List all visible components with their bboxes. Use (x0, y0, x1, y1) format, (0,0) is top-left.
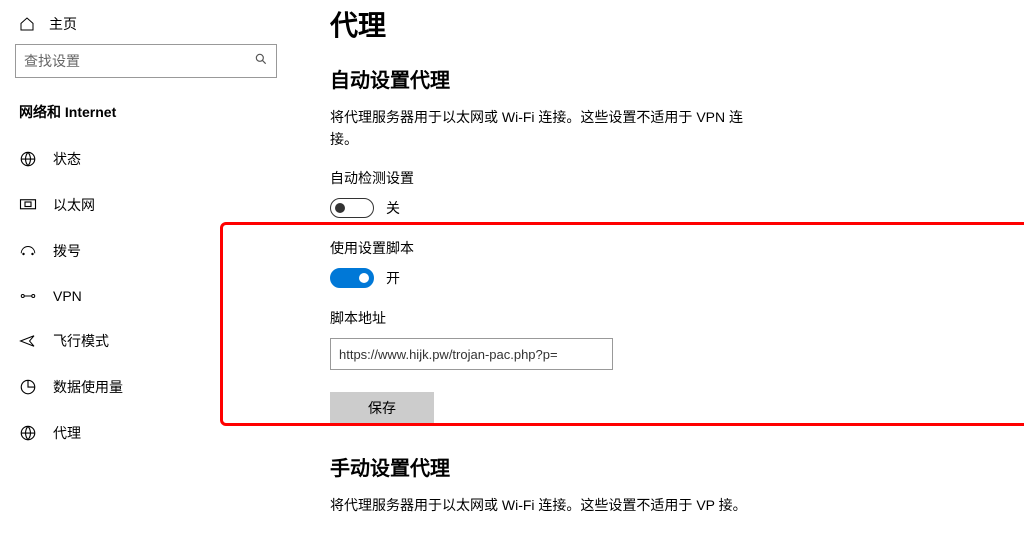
sidebar-item-label: 状态 (53, 149, 81, 169)
data-usage-icon (19, 378, 37, 396)
auto-detect-state: 关 (386, 198, 400, 218)
status-icon (19, 150, 37, 168)
sidebar-item-label: 数据使用量 (53, 377, 123, 397)
search-input[interactable] (24, 53, 254, 69)
auto-proxy-description: 将代理服务器用于以太网或 Wi-Fi 连接。这些设置不适用于 VPN 连接。 (330, 107, 750, 150)
sidebar-item-ethernet[interactable]: 以太网 (15, 182, 275, 228)
proxy-icon (19, 424, 37, 442)
sidebar-item-label: 拨号 (53, 241, 81, 261)
script-address-label: 脚本地址 (330, 308, 984, 328)
save-button[interactable]: 保存 (330, 392, 434, 424)
sidebar-item-airplane[interactable]: 飞行模式 (15, 318, 275, 364)
sidebar-item-dialup[interactable]: 拨号 (15, 228, 275, 274)
dialup-icon (19, 242, 37, 260)
use-script-state: 开 (386, 268, 400, 288)
use-script-label: 使用设置脚本 (330, 238, 984, 258)
search-icon (254, 52, 268, 71)
sidebar-item-proxy[interactable]: 代理 (15, 410, 275, 456)
manual-proxy-heading: 手动设置代理 (330, 452, 984, 481)
sidebar-item-label: 以太网 (53, 195, 95, 215)
auto-detect-toggle[interactable] (330, 198, 374, 218)
page-title: 代理 (330, 4, 984, 44)
sidebar-item-data-usage[interactable]: 数据使用量 (15, 364, 275, 410)
manual-proxy-description: 将代理服务器用于以太网或 Wi-Fi 连接。这些设置不适用于 VP 接。 (330, 495, 750, 517)
auto-proxy-heading: 自动设置代理 (330, 64, 984, 93)
auto-detect-label: 自动检测设置 (330, 168, 984, 188)
sidebar: 主页 网络和 Internet 状态 以太网 拨号 VPN (0, 0, 290, 542)
home-link[interactable]: 主页 (15, 8, 275, 44)
use-script-toggle[interactable] (330, 268, 374, 288)
main-content: 代理 自动设置代理 将代理服务器用于以太网或 Wi-Fi 连接。这些设置不适用于… (290, 0, 1024, 542)
sidebar-item-status[interactable]: 状态 (15, 136, 275, 182)
sidebar-item-label: VPN (53, 288, 82, 304)
search-box[interactable] (15, 44, 277, 78)
ethernet-icon (19, 196, 37, 214)
script-address-input[interactable] (330, 338, 613, 370)
home-icon (19, 16, 35, 32)
sidebar-section-title: 网络和 Internet (15, 98, 275, 136)
sidebar-item-label: 飞行模式 (53, 331, 109, 351)
home-label: 主页 (49, 14, 77, 34)
vpn-icon (19, 287, 37, 305)
sidebar-item-vpn[interactable]: VPN (15, 274, 275, 318)
airplane-icon (19, 332, 37, 350)
sidebar-item-label: 代理 (53, 423, 81, 443)
